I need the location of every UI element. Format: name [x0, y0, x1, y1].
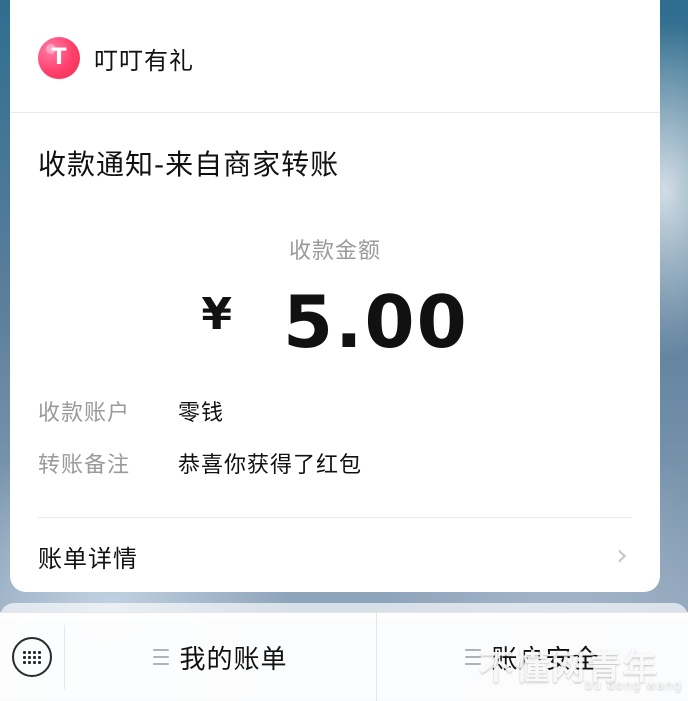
- field-label: 收款账户: [38, 401, 131, 426]
- notice-fields: 收款账户 零钱 转账备注 恭喜你获得了红包: [38, 395, 632, 499]
- field-value: 恭喜你获得了红包: [178, 453, 363, 478]
- field-label: 转账备注: [38, 453, 131, 478]
- menu-item-label: 我的账单: [179, 644, 288, 675]
- amount-label: 收款金额: [288, 239, 381, 264]
- avatar-logo-icon: T: [38, 36, 80, 78]
- payment-notice-card: T 叮叮有礼 收款通知-来自商家转账 收款金额 ¥ 5.00 收款账户 零钱 转…: [10, 0, 660, 592]
- menu-item-my-bills[interactable]: 我的账单: [65, 613, 377, 701]
- keyboard-dots: [23, 650, 41, 664]
- watermark-subtext: bu dong wang: [585, 678, 683, 692]
- details-divider: [38, 517, 632, 518]
- bill-details-row[interactable]: 账单详情 ›: [38, 530, 632, 582]
- field-row-remark: 转账备注 恭喜你获得了红包: [38, 447, 632, 499]
- sender-name: 叮叮有礼: [94, 46, 194, 75]
- amount-value: ¥ 5.00: [10, 286, 660, 358]
- field-row-account: 收款账户 零钱: [38, 395, 632, 447]
- keyboard-icon: [12, 637, 52, 677]
- amount-number: 5.00: [283, 280, 469, 364]
- notice-title: 收款通知-来自商家转账: [38, 148, 340, 181]
- menu-icon: [153, 649, 170, 665]
- chevron-right-icon: ›: [616, 537, 628, 573]
- keyboard-toggle-button[interactable]: [0, 625, 65, 689]
- sender-header: T 叮叮有礼: [38, 35, 194, 81]
- currency-symbol: ¥: [201, 289, 234, 340]
- bill-details-label: 账单详情: [38, 544, 138, 573]
- header-divider: [10, 112, 660, 113]
- field-value: 零钱: [178, 401, 225, 426]
- sender-avatar: T: [38, 37, 80, 79]
